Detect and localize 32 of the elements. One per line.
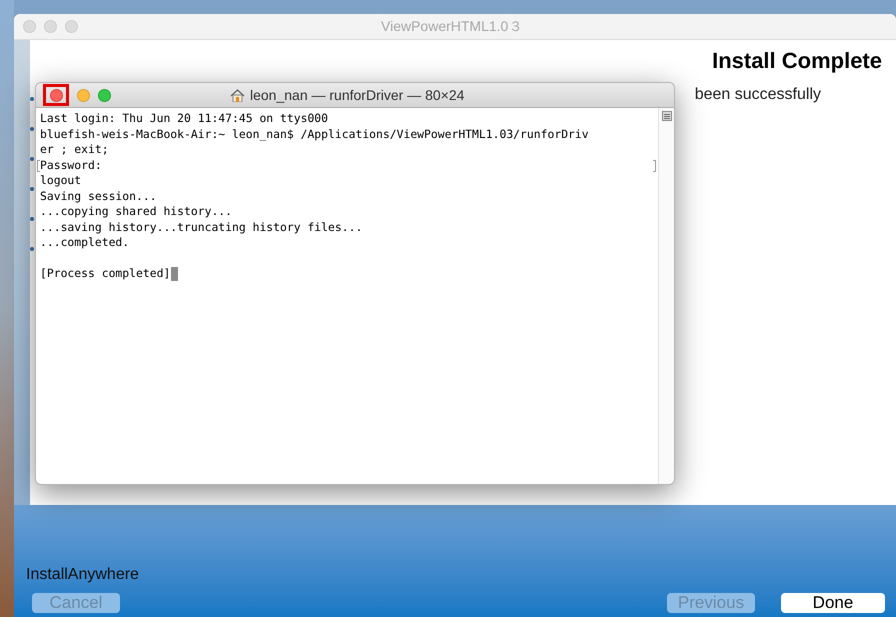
scroll-marker-icon[interactable] <box>662 111 672 121</box>
terminal-line: logout <box>40 173 82 187</box>
bullet-icon <box>30 217 34 221</box>
terminal-line: bluefish-weis-MacBook-Air:~ leon_nan$ /Applications/ViewPowerHTML1.03/runforDriv <box>40 126 589 140</box>
dialog-button[interactable]: Done <box>781 593 885 613</box>
body-text: been successfully <box>694 85 821 105</box>
page-heading: Install Complete <box>712 47 882 75</box>
terminal-line: ...saving history...truncating history files... <box>40 220 362 234</box>
close-button[interactable] <box>50 88 62 102</box>
window-title: ViewPowerHTML1.0３ <box>381 17 522 36</box>
zoom-button[interactable] <box>98 88 111 102</box>
bullet-icon <box>30 157 34 161</box>
scrollbar[interactable] <box>658 108 674 484</box>
brand-label: InstallAnywhere <box>26 565 140 585</box>
terminal-line: Password: <box>40 158 102 172</box>
terminal-line: er ; exit; <box>40 142 109 156</box>
minimize-button[interactable] <box>44 20 57 33</box>
home-icon <box>230 88 245 102</box>
minimize-button[interactable] <box>77 88 90 102</box>
bullet-icon <box>30 97 34 101</box>
terminal-line: [Process completed] <box>40 266 170 280</box>
bullet-icon <box>30 247 34 251</box>
terminal-line: ...copying shared history... <box>40 204 232 218</box>
text-cursor <box>171 266 178 281</box>
bullet-icon <box>30 187 34 191</box>
zoom-button[interactable] <box>65 20 78 33</box>
terminal-line: Saving session... <box>40 188 157 202</box>
terminal-line: ...completed. <box>40 235 130 249</box>
bullet-icon <box>30 127 34 131</box>
line-mark <box>653 160 656 172</box>
terminal-title: leon_nan — runforDriver — 80×24 <box>250 86 464 105</box>
terminal-line: Last login: Thu Jun 20 11:47:45 on ttys000 <box>40 111 328 125</box>
